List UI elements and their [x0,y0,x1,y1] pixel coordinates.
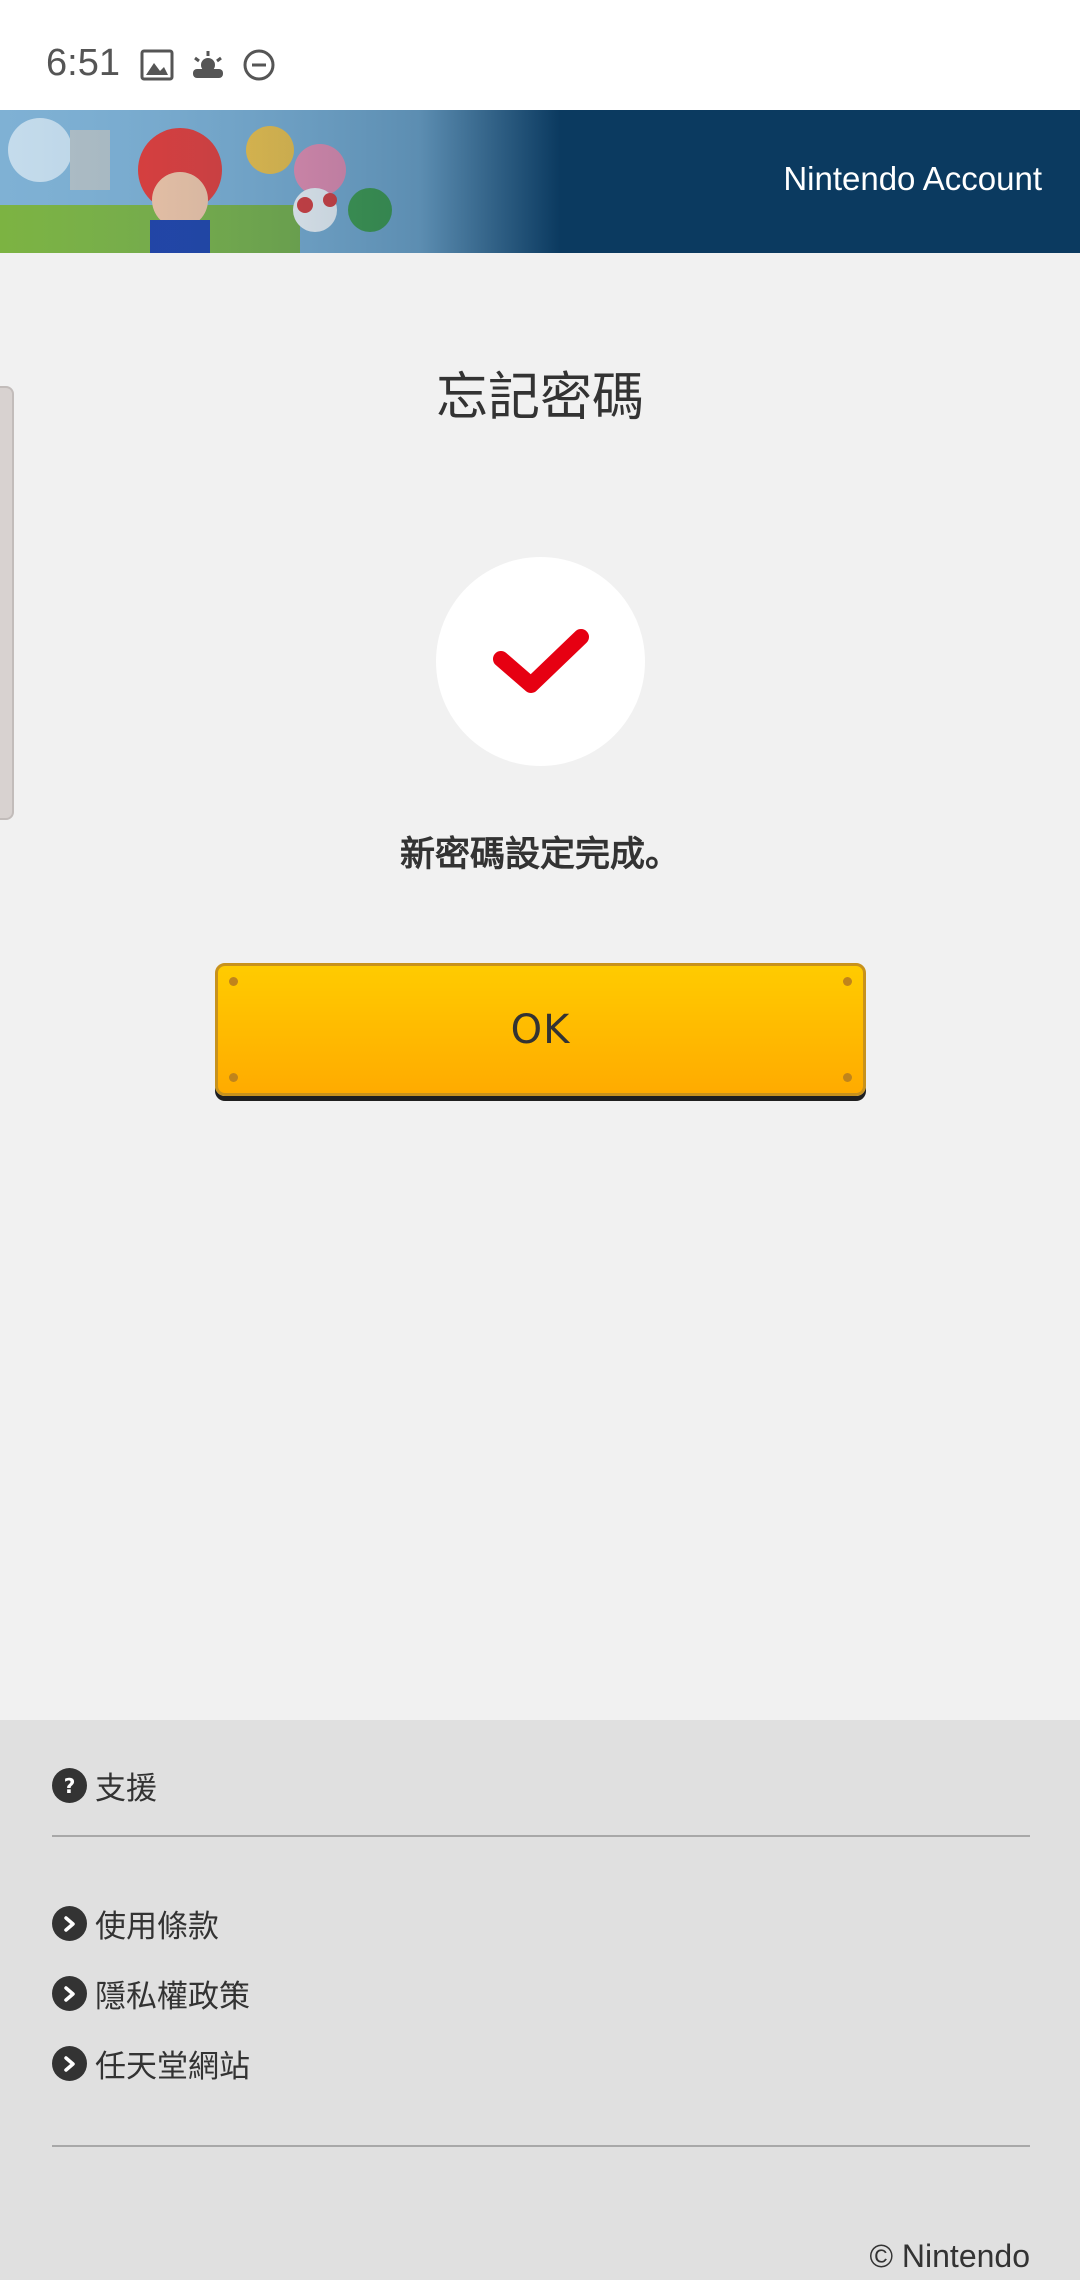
support-link[interactable]: ? 支援 [52,1763,157,1808]
button-rivet [229,1073,238,1082]
success-message: 新密碼設定完成。 [399,835,680,875]
nintendo-website-link[interactable]: 任天堂網站 [52,2041,250,2086]
success-circle [436,557,645,766]
header-banner-art [0,110,560,253]
header-title: Nintendo Account [783,160,1042,197]
nintendo-website-link-label: 任天堂網站 [95,2049,250,2085]
help-icon: ? [52,1768,87,1803]
button-rivet [843,977,852,986]
chevron-right-icon [52,1906,87,1941]
button-rivet [229,977,238,986]
status-bar: 6:51 [0,0,1080,110]
image-icon [140,49,174,81]
copyright: © Nintendo [869,2238,1030,2274]
weather-icon [190,49,226,81]
page-title: 忘記密碼 [435,368,644,428]
do-not-disturb-icon [242,48,276,82]
ok-button[interactable]: OK [215,963,866,1096]
status-icons [140,48,276,82]
footer: ? 支援 使用條款 隱私權政策 任天堂網站 © Nintendo [0,1720,1080,2280]
chevron-right-icon [52,1976,87,2011]
support-link-label: 支援 [95,1771,157,1807]
side-panel-handle[interactable] [0,386,14,820]
privacy-policy-link-label: 隱私權政策 [95,1979,250,2015]
app-header: Nintendo Account [0,110,1080,253]
button-rivet [843,1073,852,1082]
footer-divider [52,2145,1030,2147]
privacy-policy-link[interactable]: 隱私權政策 [52,1971,250,2016]
footer-divider [52,1835,1030,1837]
ok-button-label: OK [510,1006,571,1053]
terms-link[interactable]: 使用條款 [52,1901,219,1946]
checkmark-icon [492,628,589,693]
terms-link-label: 使用條款 [95,1909,219,1945]
chevron-right-icon [52,2046,87,2081]
status-time: 6:51 [46,42,120,84]
